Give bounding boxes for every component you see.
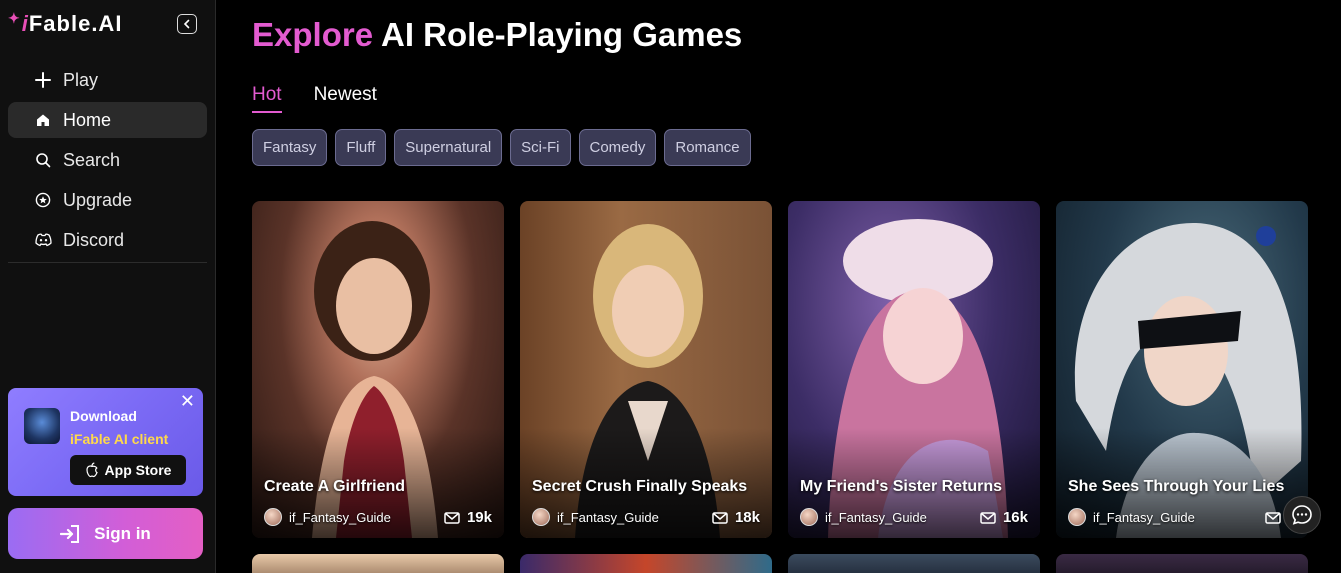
sparkle-icon: ✦ [8, 9, 21, 26]
close-icon[interactable]: ✕ [180, 392, 195, 410]
chip-fantasy[interactable]: Fantasy [252, 129, 328, 166]
game-card[interactable] [1056, 554, 1308, 573]
count-value: 16k [1002, 509, 1028, 526]
game-card[interactable]: Create A Girlfriend if_Fantasy_Guide 19k [252, 201, 504, 538]
logo-row: ✦ i Fable.AI [0, 0, 215, 40]
promo-subtitle: iFable AI client [70, 431, 169, 447]
sidebar-divider [8, 262, 207, 263]
page-title-rest: AI Role-Playing Games [381, 16, 743, 53]
card-message-count: 18k [712, 509, 760, 526]
card-title: Create A Girlfriend [264, 478, 406, 495]
game-card[interactable] [788, 554, 1040, 573]
app-icon [24, 408, 60, 444]
card-message-count: 16k [980, 509, 1028, 526]
chat-button[interactable] [1283, 496, 1321, 534]
card-author: if_Fantasy_Guide [532, 508, 659, 526]
tab-hot[interactable]: Hot [252, 84, 282, 113]
game-card[interactable] [252, 554, 504, 573]
sidebar-item-home[interactable]: Home [8, 102, 207, 138]
mail-icon [1264, 511, 1281, 524]
game-card[interactable] [520, 554, 772, 573]
mail-icon [980, 511, 996, 524]
card-title: She Sees Through Your Lies [1068, 478, 1285, 495]
star-icon [34, 191, 52, 209]
card-title: My Friend's Sister Returns [800, 478, 1003, 495]
genre-chips: Fantasy Fluff Supernatural Sci-Fi Comedy… [252, 129, 759, 166]
sidebar-item-label: Home [63, 109, 112, 130]
download-promo: Download iFable AI client ✕ App Store [8, 388, 203, 496]
sidebar-item-upgrade[interactable]: Upgrade [8, 182, 207, 218]
game-card-grid: Create A Girlfriend if_Fantasy_Guide 19k [252, 201, 1324, 538]
game-card[interactable]: She Sees Through Your Lies if_Fantasy_Gu… [1056, 201, 1308, 538]
logo-i: i [21, 11, 29, 36]
app-store-button[interactable]: App Store [70, 455, 186, 485]
card-title: Secret Crush Finally Speaks [532, 478, 748, 495]
mail-icon [712, 511, 728, 524]
chip-fluff[interactable]: Fluff [335, 129, 387, 166]
tab-newest[interactable]: Newest [314, 84, 377, 113]
logo[interactable]: ✦ i Fable.AI [8, 9, 123, 37]
game-card[interactable]: My Friend's Sister Returns if_Fantasy_Gu… [788, 201, 1040, 538]
logo-text: Fable.AI [28, 11, 123, 36]
card-author: if_Fantasy_Guide [264, 508, 391, 526]
sidebar-item-label: Discord [63, 229, 125, 250]
sidebar-item-label: Upgrade [63, 189, 133, 210]
apple-icon [85, 462, 99, 478]
chip-supernatural[interactable]: Supernatural [394, 129, 503, 166]
app-root: ✦ i Fable.AI Play Home Search Upgrade Di… [0, 0, 1341, 573]
game-card-grid-row-2 [252, 554, 1324, 573]
chip-romance[interactable]: Romance [664, 129, 751, 166]
discord-icon [34, 231, 52, 249]
chat-bubble-icon [1292, 505, 1312, 525]
count-value: 18k [734, 509, 760, 526]
author-name: if_Fantasy_Guide [825, 509, 927, 525]
sidebar-item-label: Play [63, 69, 99, 90]
main-content: Explore AI Role-Playing Games Hot Newest… [216, 0, 1341, 573]
author-avatar [1068, 508, 1086, 526]
card-message-count: 19k [444, 509, 492, 526]
author-name: if_Fantasy_Guide [289, 509, 391, 525]
sign-in-button[interactable]: Sign in [8, 508, 203, 559]
author-name: if_Fantasy_Guide [557, 509, 659, 525]
search-icon [34, 151, 52, 169]
author-avatar [800, 508, 818, 526]
game-card[interactable]: Secret Crush Finally Speaks if_Fantasy_G… [520, 201, 772, 538]
mail-icon [444, 511, 460, 524]
app-store-label: App Store [104, 462, 172, 478]
sidebar-item-label: Search [63, 149, 121, 170]
chip-comedy[interactable]: Comedy [578, 129, 657, 166]
card-author: if_Fantasy_Guide [1068, 508, 1195, 526]
sidebar-item-search[interactable]: Search [8, 142, 207, 178]
author-avatar [264, 508, 282, 526]
author-avatar [532, 508, 550, 526]
chevron-left-icon [183, 19, 190, 29]
card-author: if_Fantasy_Guide [800, 508, 927, 526]
collapse-sidebar-button[interactable] [177, 14, 197, 34]
author-name: if_Fantasy_Guide [1093, 509, 1195, 525]
sidebar-item-discord[interactable]: Discord [8, 222, 207, 258]
sidebar-nav: Play Home Search Upgrade Discord [0, 40, 215, 263]
plus-icon [34, 71, 52, 89]
sidebar-item-play[interactable]: Play [8, 62, 207, 98]
chip-sci-fi[interactable]: Sci-Fi [510, 129, 571, 166]
count-value: 19k [466, 509, 492, 526]
promo-title: Download [70, 408, 137, 424]
home-icon [34, 111, 52, 129]
page-title: Explore AI Role-Playing Games [252, 16, 742, 54]
login-icon [60, 524, 80, 543]
tabs: Hot Newest [252, 84, 409, 113]
sidebar: ✦ i Fable.AI Play Home Search Upgrade Di… [0, 0, 216, 573]
page-title-accent: Explore [252, 16, 374, 53]
sign-in-label: Sign in [94, 523, 151, 543]
